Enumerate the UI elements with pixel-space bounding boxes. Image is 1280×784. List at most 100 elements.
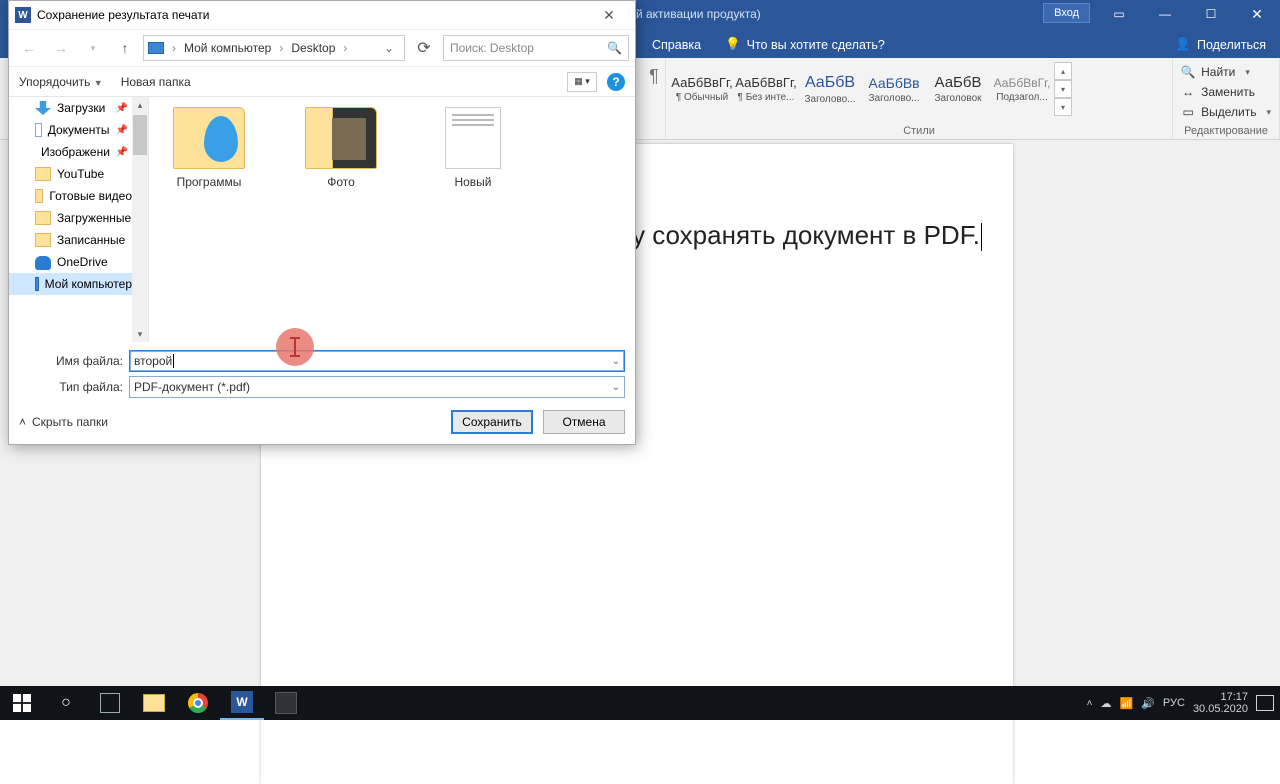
folder-tree[interactable]: Загрузки📌Документы📌Изображени📌 YouTube Гот…	[9, 97, 149, 342]
hide-folders-toggle[interactable]: ˄ Скрыть папки	[19, 415, 108, 429]
cancel-button[interactable]: Отмена	[543, 410, 625, 434]
folder-icon	[173, 107, 245, 169]
file-item[interactable]: Программы	[159, 107, 259, 189]
tree-item[interactable]: YouTube	[9, 163, 132, 185]
tree-item[interactable]: OneDrive	[9, 251, 132, 273]
tab-help[interactable]: Справка	[640, 32, 713, 58]
breadcrumb-desktop[interactable]: Desktop	[291, 41, 335, 55]
filename-input[interactable]: второй ⌄	[129, 350, 625, 372]
pilcrow-icon[interactable]: ¶	[642, 62, 666, 87]
nav-up-icon[interactable]: ↑	[111, 36, 139, 60]
tree-label: OneDrive	[57, 255, 108, 269]
clock[interactable]: 17:1730.05.2020	[1193, 691, 1248, 715]
tellme-label: Что вы хотите сделать?	[747, 38, 885, 52]
maximize-icon[interactable]: ☐	[1188, 0, 1234, 28]
nav-back-icon[interactable]: ←	[15, 36, 43, 60]
document-text[interactable]: у сохранять документ в PDF.	[632, 220, 982, 251]
styles-gallery[interactable]: АаБбВвГг,¶ Обычный АаБбВвГг,¶ Без инте..…	[672, 62, 1052, 116]
replace-button[interactable]: ↔Заменить	[1181, 82, 1271, 102]
taskbar-search-icon[interactable]: ○	[44, 686, 88, 720]
refresh-icon[interactable]: ⟳	[409, 35, 439, 61]
style-subtitle[interactable]: АаБбВвГг,Подзагол...	[992, 62, 1052, 116]
dialog-close-icon[interactable]: ✕	[589, 7, 629, 24]
network-tray-icon[interactable]: 📶	[1120, 697, 1134, 710]
folder-icon	[35, 189, 43, 203]
task-view-icon[interactable]	[88, 686, 132, 720]
share-button[interactable]: 👤 Поделиться	[1175, 31, 1266, 58]
replace-icon: ↔	[1181, 85, 1195, 99]
view-toggle[interactable]: ▦ ▾	[567, 72, 597, 92]
style-title[interactable]: АаБбВЗаголовок	[928, 62, 988, 116]
style-normal[interactable]: АаБбВвГг,¶ Обычный	[672, 62, 732, 116]
save-button[interactable]: Сохранить	[451, 410, 533, 434]
nav-forward-icon[interactable]: →	[47, 36, 75, 60]
lightbulb-icon: 💡	[725, 37, 741, 52]
taskbar-explorer[interactable]	[132, 686, 176, 720]
filetype-select[interactable]: PDF-документ (*.pdf) ⌄	[129, 376, 625, 398]
file-item[interactable]: Новый	[423, 107, 523, 189]
file-label: Новый	[454, 175, 491, 189]
chevron-down-icon[interactable]: ⌄	[612, 382, 620, 393]
action-center-icon[interactable]	[1256, 695, 1274, 711]
ribbon-display-options-icon[interactable]: ▭	[1096, 0, 1142, 28]
chevron-down-icon[interactable]: ⌄	[612, 356, 620, 367]
organize-menu[interactable]: Упорядочить ▼	[19, 75, 103, 89]
tree-item[interactable]: Изображени📌	[9, 141, 132, 163]
select-button[interactable]: ▭Выделить▾	[1181, 102, 1271, 122]
search-input[interactable]: Поиск: Desktop 🔍	[443, 35, 629, 61]
editing-group-label: Редактирование	[1181, 123, 1271, 137]
close-icon[interactable]: ✕	[1234, 0, 1280, 28]
language-indicator[interactable]: РУС	[1163, 697, 1185, 709]
paragraph-group: ¶	[636, 58, 666, 139]
find-button[interactable]: 🔍Найти▾	[1181, 62, 1271, 82]
tree-label: Изображени	[41, 145, 110, 159]
dialog-toolbar: Упорядочить ▼ Новая папка ▦ ▾ ?	[9, 67, 635, 97]
pc-icon	[35, 277, 39, 291]
dialog-nav: ← → ▾ ↑ › Мой компьютер › Desktop › ⌄ ⟳ …	[9, 29, 635, 67]
taskbar-word[interactable]: W	[220, 686, 264, 720]
tellme-search[interactable]: 💡 Что вы хотите сделать?	[713, 31, 897, 58]
tree-item[interactable]: Записанные	[9, 229, 132, 251]
word-login-button[interactable]: Вход	[1043, 3, 1090, 23]
search-placeholder: Поиск: Desktop	[450, 41, 534, 55]
taskbar-chrome[interactable]	[176, 686, 220, 720]
style-nospace[interactable]: АаБбВвГг,¶ Без инте...	[736, 62, 796, 116]
folder-icon	[35, 167, 51, 181]
volume-tray-icon[interactable]: 🔊	[1141, 697, 1155, 710]
minimize-icon[interactable]: —	[1142, 0, 1188, 28]
filename-value: второй	[134, 354, 172, 368]
cloud-icon	[35, 256, 51, 270]
tree-item[interactable]: Документы📌	[9, 119, 132, 141]
windows-icon	[13, 694, 31, 712]
breadcrumb-pc[interactable]: Мой компьютер	[184, 41, 271, 55]
tree-label: Записанные	[57, 233, 125, 247]
chevron-down-icon[interactable]: ⌄	[378, 41, 400, 55]
file-list[interactable]: Программы Фото Новый	[149, 97, 635, 342]
tree-label: Мой компьютер	[45, 277, 132, 291]
style-heading1[interactable]: АаБбВЗаголово...	[800, 62, 860, 116]
share-icon: 👤	[1175, 37, 1191, 52]
tree-item[interactable]: Загруженные	[9, 207, 132, 229]
nav-recent-icon[interactable]: ▾	[79, 36, 107, 60]
filename-label: Имя файла:	[19, 354, 123, 368]
tree-label: Готовые видео	[49, 189, 132, 203]
word-icon: W	[15, 7, 31, 23]
dialog-title: Сохранение результата печати	[37, 8, 209, 22]
new-folder-button[interactable]: Новая папка	[121, 75, 191, 89]
system-tray[interactable]: ˄ ☁ 📶 🔊 РУС 17:1730.05.2020	[1087, 686, 1280, 720]
tree-item[interactable]: Загрузки📌	[9, 97, 132, 119]
taskbar-app[interactable]	[264, 686, 308, 720]
onedrive-tray-icon[interactable]: ☁	[1101, 697, 1112, 710]
tree-scrollbar[interactable]: ▴▾	[132, 97, 148, 342]
tree-item[interactable]: Мой компьютер	[9, 273, 132, 295]
styles-scrollbar[interactable]: ▴▾▾	[1054, 62, 1072, 116]
tree-item[interactable]: Готовые видео	[9, 185, 132, 207]
tree-label: YouTube	[57, 167, 104, 181]
breadcrumb[interactable]: › Мой компьютер › Desktop › ⌄	[143, 35, 405, 61]
help-icon[interactable]: ?	[607, 73, 625, 91]
tray-overflow-icon[interactable]: ˄	[1087, 698, 1093, 709]
styles-group: АаБбВвГг,¶ Обычный АаБбВвГг,¶ Без инте..…	[666, 58, 1173, 139]
start-button[interactable]	[0, 686, 44, 720]
style-heading2[interactable]: АаБбВвЗаголово...	[864, 62, 924, 116]
file-item[interactable]: Фото	[291, 107, 391, 189]
